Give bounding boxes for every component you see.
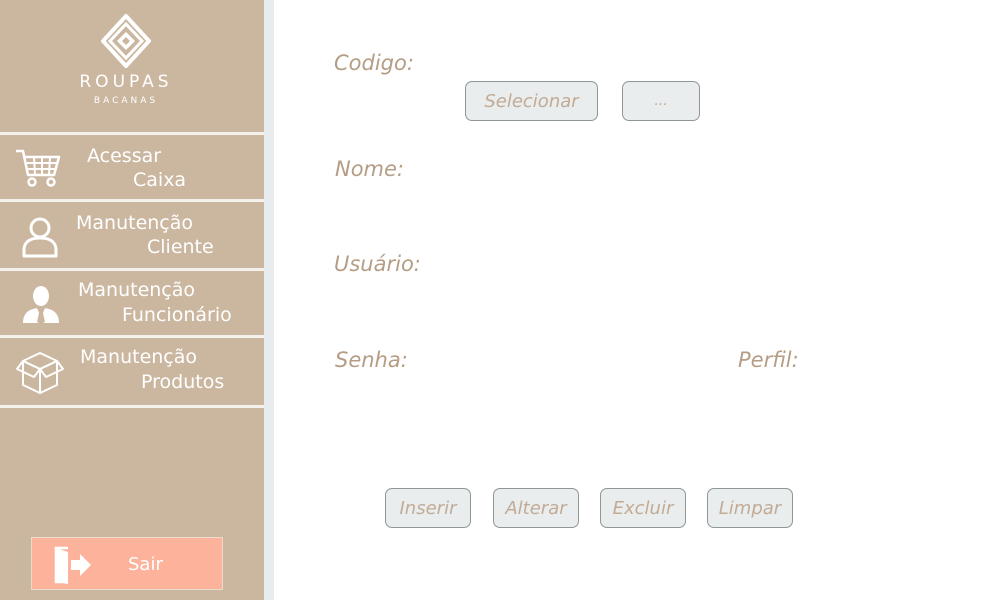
- select-button[interactable]: Selecionar: [465, 81, 598, 121]
- sidebar-item-label: Manutenção: [76, 212, 194, 234]
- logo: ROUPAS BACANAS: [0, 0, 264, 132]
- diamond-logo-icon: [101, 14, 151, 68]
- sidebar-item-label: Acessar: [87, 145, 162, 167]
- nome-label: Nome:: [335, 157, 405, 181]
- sidebar-item-funcionario[interactable]: Manutenção Funcionário: [0, 271, 264, 335]
- sidebar-item-label: Caixa: [133, 169, 187, 191]
- clear-button[interactable]: Limpar: [707, 488, 793, 528]
- sidebar-item-label: Funcionário: [122, 304, 232, 326]
- browse-button[interactable]: ...: [622, 81, 700, 121]
- update-button[interactable]: Alterar: [493, 488, 579, 528]
- sidebar-item-label: Cliente: [147, 236, 214, 258]
- sidebar-item-caixa[interactable]: Acessar Caixa: [0, 135, 264, 199]
- sidebar-edge: [264, 0, 274, 600]
- senha-label: Senha:: [335, 348, 408, 372]
- sidebar-item-label: Manutenção: [80, 346, 198, 368]
- logo-brand-text: ROUPAS: [79, 72, 173, 92]
- usuario-label: Usuário:: [334, 252, 421, 276]
- sidebar-item-label: Manutenção: [78, 279, 196, 301]
- shopping-cart-icon: [16, 149, 61, 187]
- sidebar: ROUPAS BACANAS Acessar Caixa Manutenção …: [0, 0, 264, 600]
- sidebar-item-cliente[interactable]: Manutenção Cliente: [0, 202, 264, 268]
- user-icon: [22, 217, 58, 258]
- employee-icon: [23, 286, 59, 324]
- exit-button[interactable]: Sair: [31, 537, 223, 590]
- perfil-label: Perfil:: [738, 348, 799, 372]
- sidebar-divider: [0, 405, 264, 408]
- insert-button[interactable]: Inserir: [385, 488, 471, 528]
- box-icon: [16, 352, 64, 394]
- exit-button-label: Sair: [128, 554, 163, 575]
- sidebar-item-produtos[interactable]: Manutenção Produtos: [0, 338, 264, 405]
- logo-subtitle-text: BACANAS: [93, 96, 159, 106]
- delete-button[interactable]: Excluir: [600, 488, 686, 528]
- sidebar-item-label: Produtos: [141, 371, 225, 393]
- logout-door-icon: [54, 546, 91, 584]
- codigo-label: Codigo:: [334, 51, 414, 75]
